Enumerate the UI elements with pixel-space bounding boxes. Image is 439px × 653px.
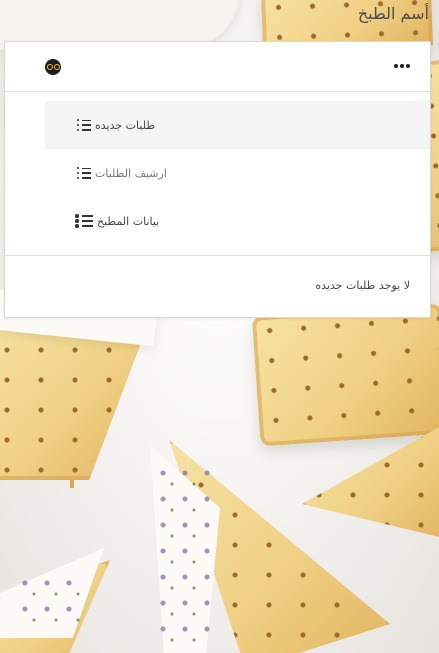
menu-item-kitchen-data[interactable]: بيانات المطبخ: [45, 197, 430, 245]
menu-item-orders-archive[interactable]: ارشيف الطلبات: [45, 149, 430, 197]
more-dots-icon: [394, 64, 410, 68]
card-header: [5, 42, 430, 92]
menu-item-new-orders[interactable]: طلبات جديده: [45, 101, 430, 149]
list-icon: [75, 214, 93, 228]
menu-row-new-orders: طلبات جديده: [77, 119, 155, 132]
menu-row-orders-archive: ارشيف الطلبات: [77, 167, 167, 180]
glasses-logo-icon[interactable]: [45, 59, 61, 75]
bg-lavender-center: [152, 460, 212, 650]
list-icon: [77, 167, 91, 179]
menu-label: بيانات المطبخ: [97, 214, 160, 228]
menu-label: طلبات جديده: [95, 118, 156, 132]
menu-row-kitchen-data: بيانات المطبخ: [75, 214, 159, 228]
menu-label: ارشيف الطلبات: [95, 166, 167, 180]
empty-orders-message: لا يوجد طلبات جديده: [315, 279, 410, 292]
bg-lavender-left: [14, 570, 84, 630]
card-divider: [5, 255, 430, 256]
page-title: أسم الطبخ: [357, 4, 429, 23]
list-icon: [77, 119, 91, 131]
bg-cookie-right-middle: [251, 303, 439, 447]
side-menu: طلبات جديده ارشيف الطلبات بيانات المطبخ: [45, 101, 430, 245]
more-options-button[interactable]: [391, 56, 413, 76]
orders-card: طلبات جديده ارشيف الطلبات بيانات المطبخ …: [4, 41, 431, 318]
